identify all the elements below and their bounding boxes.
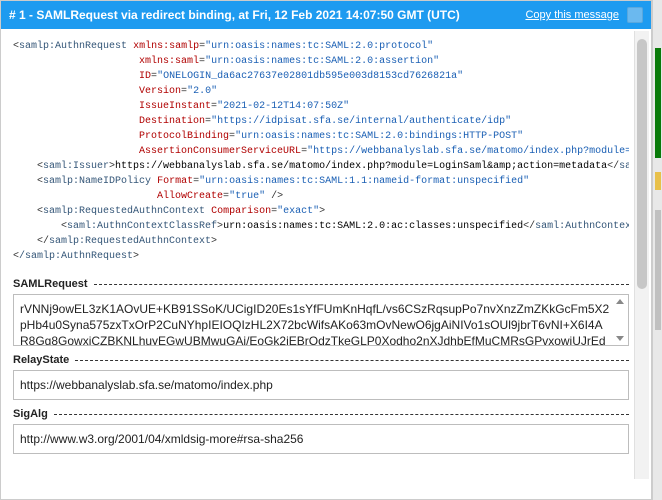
message-body: <samlp:AuthnRequest xmlns:samlp="urn:oas…	[1, 29, 651, 499]
side-rail	[652, 0, 662, 500]
copy-message-link[interactable]: Copy this message	[525, 9, 619, 21]
message-header: # 1 - SAMLRequest via redirect binding, …	[1, 1, 651, 29]
divider	[75, 360, 629, 361]
rail-marker	[655, 48, 661, 158]
divider	[94, 284, 629, 285]
sigalg-section: SigAlg http://www.w3.org/2001/04/xmldsig…	[13, 408, 629, 454]
relaystate-label: RelayState	[13, 354, 69, 366]
divider	[54, 414, 629, 415]
scroll-up-icon[interactable]	[616, 299, 624, 304]
xml-content: <samlp:AuthnRequest xmlns:samlp="urn:oas…	[13, 39, 629, 264]
scrollbar-thumb[interactable]	[637, 39, 647, 289]
scroll-down-icon[interactable]	[616, 336, 624, 341]
samlrequest-label: SAMLRequest	[13, 278, 88, 290]
field-scrollbar[interactable]	[614, 299, 626, 341]
message-select-checkbox[interactable]	[627, 7, 643, 23]
message-title: # 1 - SAMLRequest via redirect binding, …	[9, 8, 460, 22]
vertical-scrollbar[interactable]	[634, 31, 649, 479]
relaystate-value[interactable]: https://webbanalyslab.sfa.se/matomo/inde…	[13, 370, 629, 400]
relaystate-section: RelayState https://webbanalyslab.sfa.se/…	[13, 354, 629, 400]
samlrequest-value[interactable]: rVNNj9owEL3zK1AOvUE+KB91SSoK/UCigID20Es1…	[13, 294, 629, 346]
sigalg-value[interactable]: http://www.w3.org/2001/04/xmldsig-more#r…	[13, 424, 629, 454]
rail-marker	[655, 210, 661, 330]
rail-marker	[655, 172, 661, 190]
samlrequest-section: SAMLRequest rVNNj9owEL3zK1AOvUE+KB91SSoK…	[13, 278, 629, 346]
sigalg-label: SigAlg	[13, 408, 48, 420]
